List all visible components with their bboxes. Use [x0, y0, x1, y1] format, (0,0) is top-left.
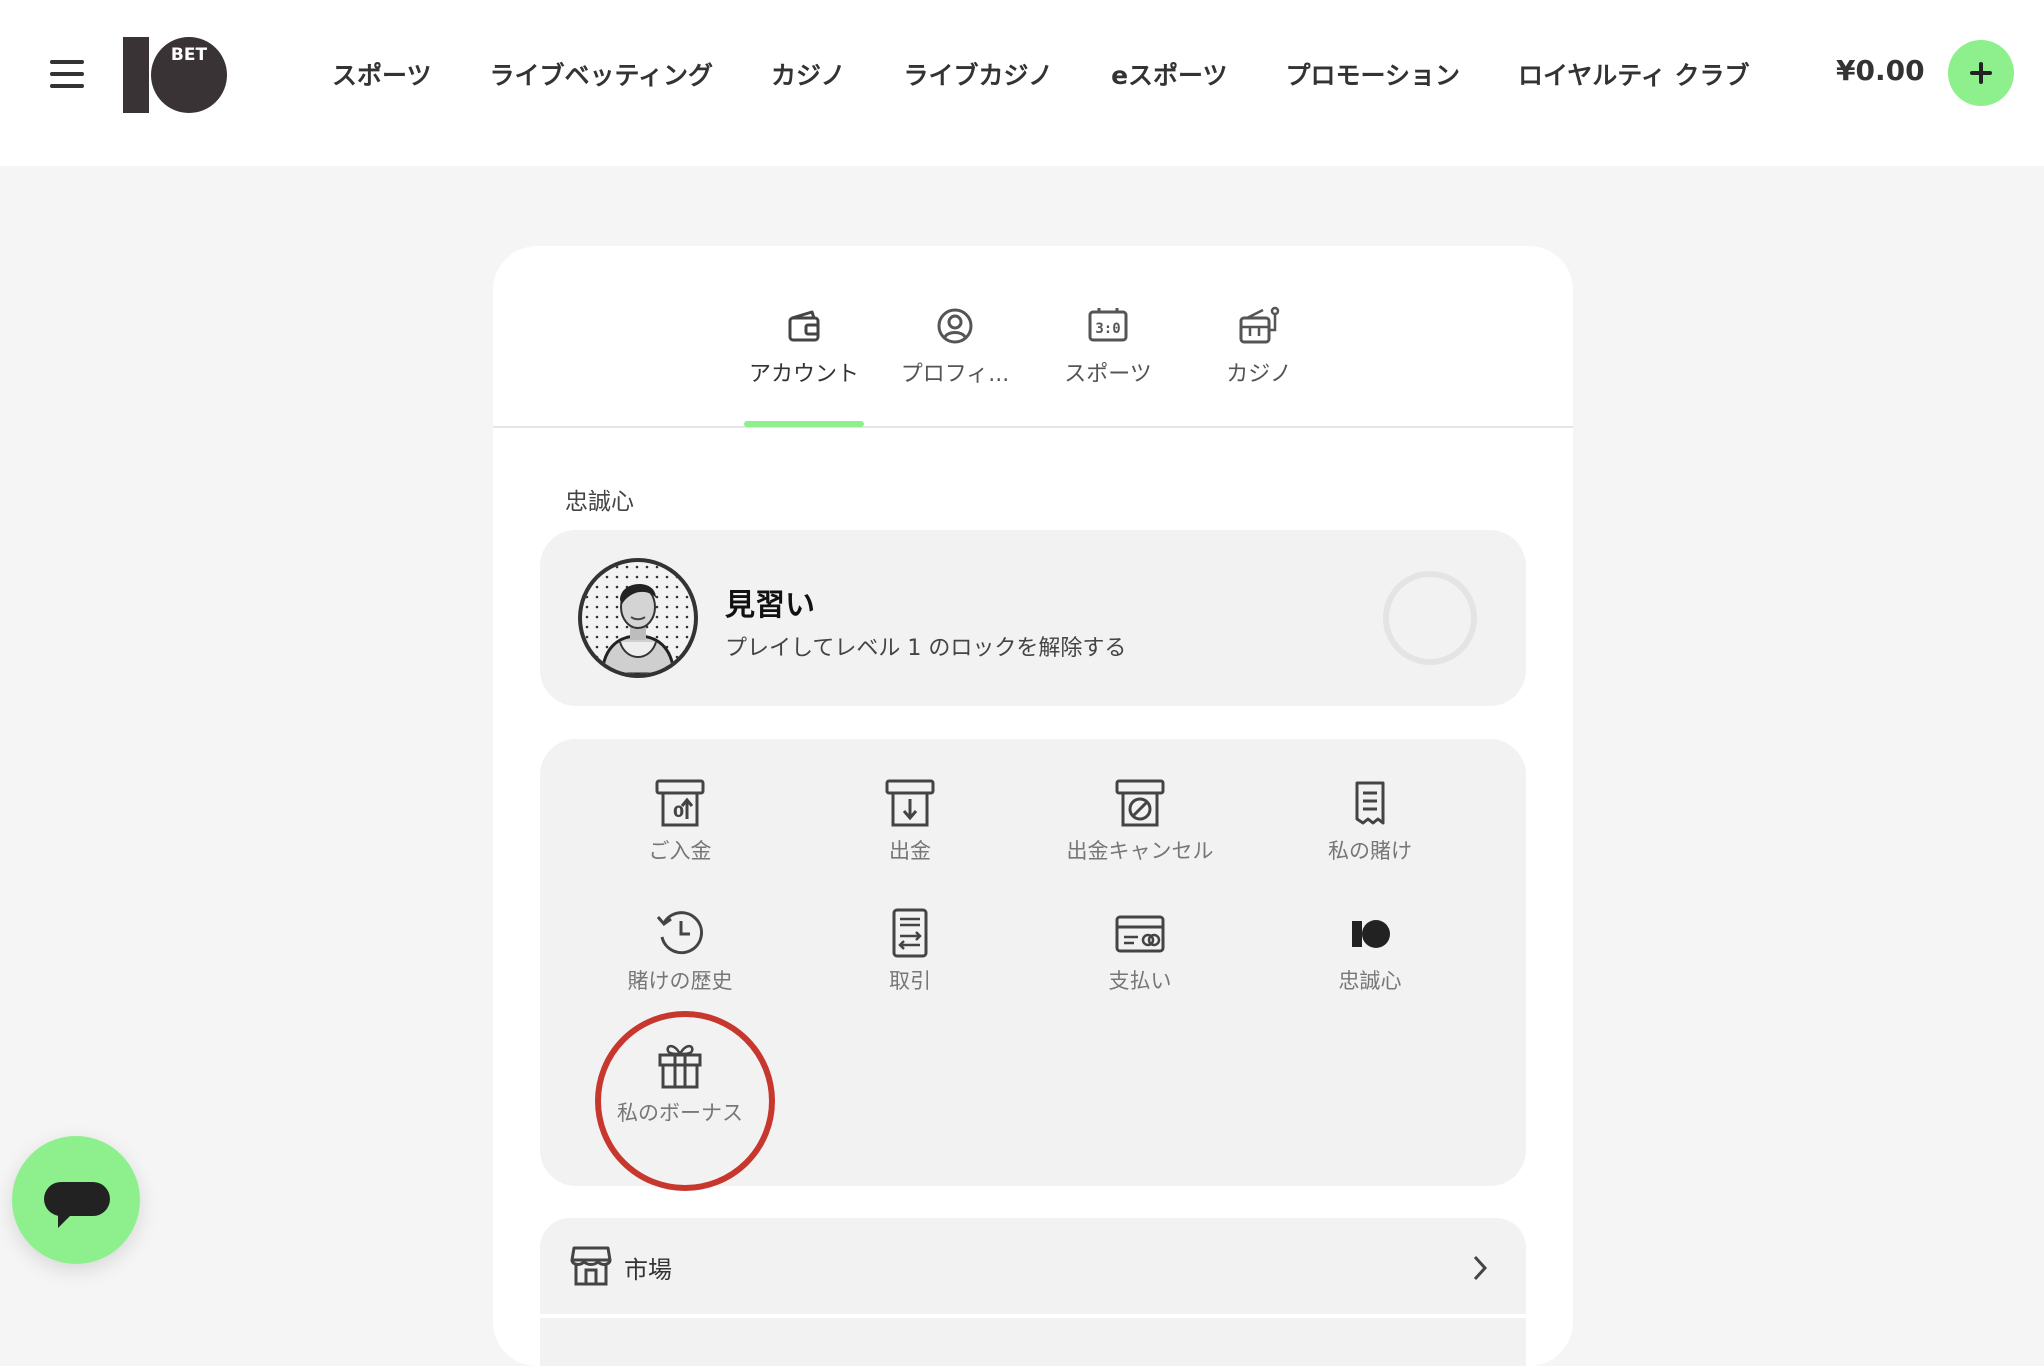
avatar: [578, 558, 698, 678]
loyalty-level-name: 見習い: [725, 588, 815, 623]
action-payments[interactable]: 支払い: [1040, 907, 1240, 1017]
market-link[interactable]: 市場: [540, 1218, 1526, 1314]
action-payments-label: 支払い: [1108, 969, 1172, 993]
loyalty-level-description: プレイしてレベル 1 のロックを解除する: [725, 636, 1127, 661]
tab-casino-label: カジノ: [1226, 362, 1292, 387]
action-transactions-label: 取引: [889, 969, 931, 993]
action-deposit[interactable]: 0 ご入金: [580, 777, 780, 887]
tab-casino[interactable]: カジノ: [1184, 306, 1334, 388]
tab-sports[interactable]: 3:0 スポーツ: [1033, 306, 1183, 388]
action-loyalty-label: 忠誠心: [1338, 969, 1402, 993]
scoreboard-score: 3:0: [1095, 321, 1120, 337]
chevron-right-icon: [1473, 1255, 1488, 1281]
store-icon: [570, 1246, 612, 1286]
tab-profile[interactable]: プロフィ...: [880, 306, 1030, 388]
loyalty-level-card[interactable]: 見習い プレイしてレベル 1 のロックを解除する: [540, 530, 1526, 706]
brand-logo[interactable]: BET: [123, 35, 228, 115]
highlight-annotation-circle: [595, 1011, 775, 1191]
action-cancel-withdrawal-label: 出金キャンセル: [1066, 839, 1214, 863]
payment-card-icon: [1115, 915, 1165, 953]
nav-live-betting[interactable]: ライブベッティング: [490, 56, 714, 92]
account-actions-grid: 0 ご入金 出金 出金キャンセル 私の賭け 賭けの歴史 取引 支払い 忠誠心 私…: [540, 739, 1526, 1191]
tab-sports-label: スポーツ: [1064, 362, 1152, 387]
nav-sports[interactable]: スポーツ: [332, 56, 432, 92]
action-transactions[interactable]: 取引: [810, 907, 1010, 1017]
withdraw-icon: [885, 779, 935, 827]
action-my-bets-label: 私の賭け: [1328, 839, 1412, 863]
tab-account-label: アカウント: [748, 362, 859, 387]
slot-machine-icon: [1239, 306, 1280, 344]
tab-account[interactable]: アカウント: [729, 306, 879, 388]
market-label: 市場: [624, 1256, 672, 1284]
level-progress-ring: [1383, 571, 1477, 665]
tab-profile-label: プロフィ...: [900, 362, 1010, 387]
receipt-icon: [1355, 781, 1385, 825]
nav-live-casino[interactable]: ライブカジノ: [904, 56, 1054, 92]
top-bar: BET スポーツ ライブベッティング カジノ ライブカジノ eスポーツ プロモー…: [0, 0, 2044, 166]
action-bet-history[interactable]: 賭けの歴史: [580, 907, 780, 1017]
user-circle-icon: [937, 308, 973, 344]
history-icon: [656, 911, 703, 955]
cancel-withdrawal-icon: [1115, 779, 1165, 827]
logo-letter-b: BET: [171, 45, 208, 65]
account-tabs: アカウント プロフィ... 3:0 スポーツ カジノ: [493, 246, 1573, 428]
action-loyalty[interactable]: 忠誠心: [1270, 907, 1470, 1017]
chat-bubble-icon: [44, 1182, 110, 1228]
main-nav: スポーツ ライブベッティング カジノ ライブカジノ eスポーツ プロモーション …: [332, 52, 1750, 96]
wallet-icon: [788, 310, 820, 342]
avatar-portrait: [582, 562, 694, 674]
deposit-icon: 0: [655, 779, 705, 827]
nav-casino[interactable]: カジノ: [771, 56, 846, 92]
nav-promotions[interactable]: プロモーション: [1286, 56, 1461, 92]
action-withdraw[interactable]: 出金: [810, 777, 1010, 887]
deposit-plus-button[interactable]: [1948, 40, 2014, 106]
menu-icon[interactable]: [50, 60, 86, 88]
nav-esports[interactable]: eスポーツ: [1111, 56, 1227, 92]
next-menu-row[interactable]: [540, 1318, 1526, 1366]
action-cancel-withdrawal[interactable]: 出金キャンセル: [1040, 777, 1240, 887]
action-deposit-label: ご入金: [648, 839, 712, 863]
action-withdraw-label: 出金: [889, 839, 931, 863]
nav-loyalty-club[interactable]: ロイヤルティ クラブ: [1518, 56, 1749, 92]
scoreboard-icon: 3:0: [1088, 308, 1128, 342]
balance-display[interactable]: ¥0.00: [1836, 54, 1925, 87]
action-bet-history-label: 賭けの歴史: [627, 969, 733, 993]
transactions-icon: [892, 908, 928, 958]
chat-button[interactable]: [12, 1136, 140, 1264]
active-tab-indicator: [744, 421, 864, 427]
loyalty-section-title: 忠誠心: [565, 489, 634, 515]
loyalty-logo-icon: [1352, 920, 1390, 948]
action-my-bets[interactable]: 私の賭け: [1270, 777, 1470, 887]
account-card: アカウント プロフィ... 3:0 スポーツ カジノ 忠誠心 見習い プレイして…: [493, 246, 1573, 1366]
